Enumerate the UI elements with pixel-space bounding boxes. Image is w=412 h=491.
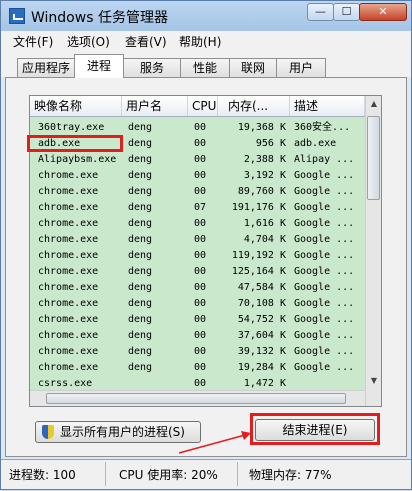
task-manager-window: Windows 任务管理器 — ☐ ✕ 文件(F) 选项(O) 查看(V) 帮助… xyxy=(0,0,412,490)
annotation-arrow-icon xyxy=(178,431,251,454)
